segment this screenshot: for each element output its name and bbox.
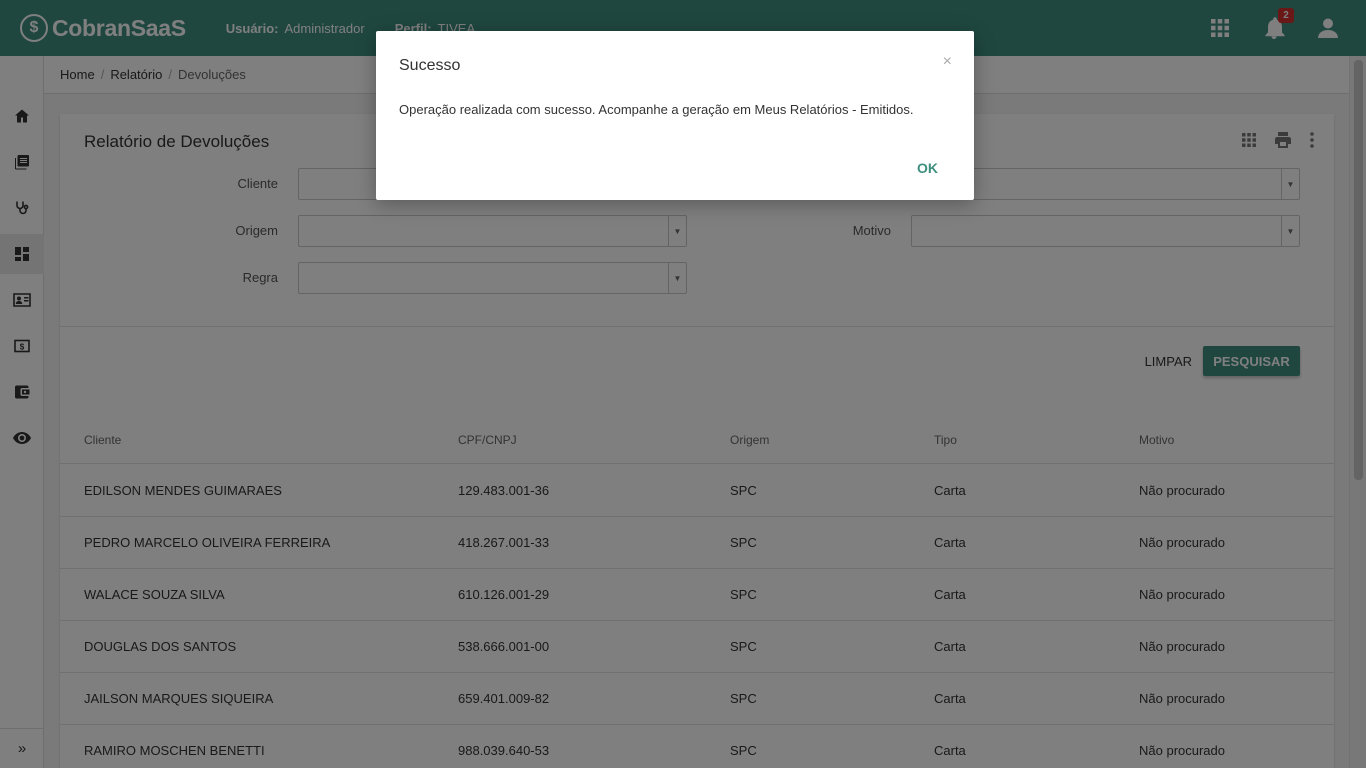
success-dialog: Sucesso × Operação realizada com sucesso…: [376, 31, 974, 200]
close-icon[interactable]: ×: [943, 53, 952, 71]
dialog-message: Operação realizada com sucesso. Acompanh…: [399, 102, 914, 117]
ok-button[interactable]: OK: [907, 155, 948, 181]
dialog-title: Sucesso: [399, 57, 461, 74]
